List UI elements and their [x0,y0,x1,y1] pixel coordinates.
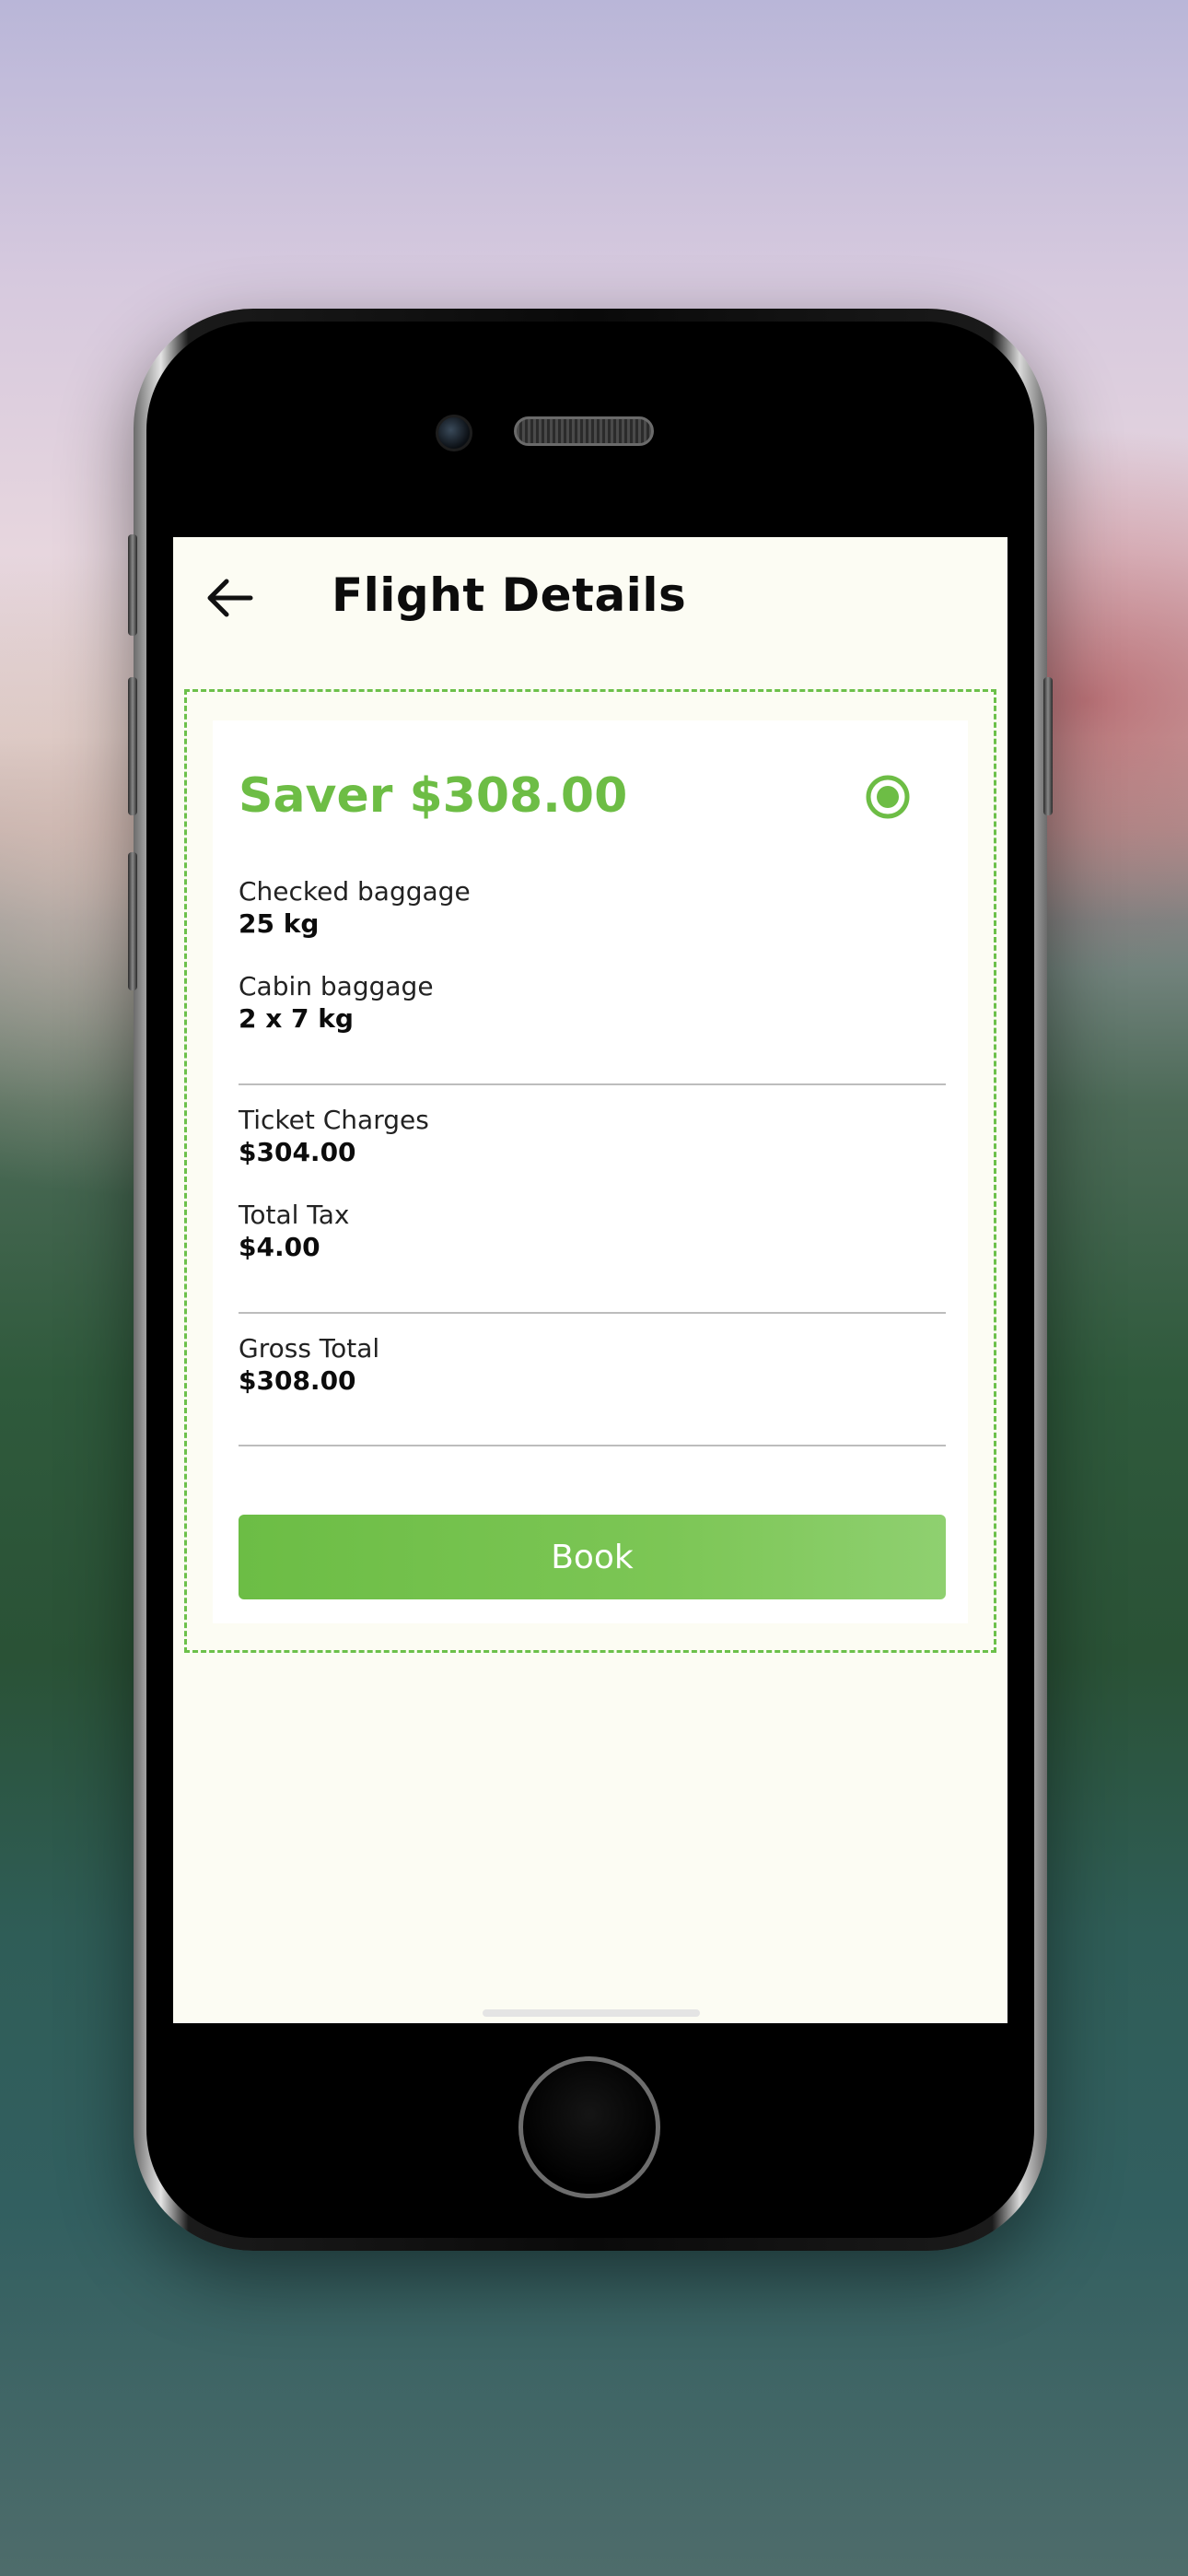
divider [239,1083,946,1085]
volume-up-button [128,677,137,815]
cabin-baggage-value: 2 x 7 kg [239,1003,354,1034]
arrow-left-icon[interactable] [203,572,258,624]
app-header: Flight Details [173,537,1007,657]
ticket-charges-value: $304.00 [239,1137,356,1167]
power-button [1043,677,1053,815]
divider [239,1445,946,1446]
divider [239,1312,946,1314]
home-button [518,2056,660,2198]
volume-down-button [128,852,137,990]
fare-option-selected[interactable]: Saver $308.00 Checked baggage 25 kg Cabi… [184,689,996,1653]
book-button[interactable]: Book [239,1515,946,1599]
checked-baggage-row: Checked baggage 25 kg [239,875,471,940]
cabin-baggage-label: Cabin baggage [239,971,434,1001]
radio-selected-icon[interactable] [865,774,911,820]
gross-total-value: $308.00 [239,1365,356,1396]
total-tax-label: Total Tax [239,1200,350,1230]
app-screen: Flight Details Saver $308.00 Checked bag… [173,537,1007,2023]
home-indicator [483,2009,700,2017]
cabin-baggage-row: Cabin baggage 2 x 7 kg [239,970,434,1035]
total-tax-value: $4.00 [239,1232,320,1262]
fare-title: Saver $308.00 [239,768,628,824]
gross-total-label: Gross Total [239,1333,380,1364]
checked-baggage-value: 25 kg [239,908,320,939]
mute-switch [128,534,137,636]
total-tax-row: Total Tax $4.00 [239,1199,350,1263]
page-title: Flight Details [332,568,687,622]
earpiece-speaker [514,416,654,446]
checked-baggage-label: Checked baggage [239,876,471,907]
front-camera [436,415,472,451]
gross-total-row: Gross Total $308.00 [239,1332,379,1397]
ticket-charges-row: Ticket Charges $304.00 [239,1104,429,1168]
fare-card: Saver $308.00 Checked baggage 25 kg Cabi… [213,720,968,1623]
ticket-charges-label: Ticket Charges [239,1105,429,1135]
